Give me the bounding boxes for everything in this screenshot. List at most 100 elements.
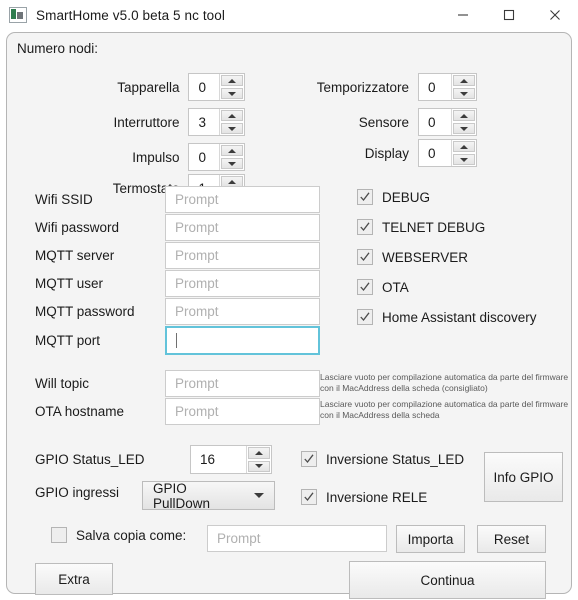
text-caret (176, 333, 177, 348)
field-label-ota-hostname: OTA hostname (35, 404, 125, 419)
chevron-up-icon (255, 450, 263, 455)
chevron-down-icon (460, 157, 468, 162)
gpio-ingressi-label: GPIO ingressi (35, 485, 120, 500)
telnet-debug-checkbox[interactable] (357, 219, 373, 235)
close-button[interactable] (532, 0, 578, 30)
checkbox-row-webserver[interactable]: WEBSERVER (357, 249, 468, 265)
gpio-status-led-buttons (246, 446, 271, 473)
reset-button[interactable]: Reset (477, 525, 546, 553)
maximize-button[interactable] (486, 0, 532, 30)
chevron-down-icon (460, 91, 468, 96)
field-row-will-topic: Will topic Prompt (35, 370, 320, 397)
spinner-down-sensore[interactable] (453, 123, 475, 134)
home-assistant-discovery-checkbox[interactable] (357, 309, 373, 325)
gpio-status-led-spinner[interactable]: 16 (190, 445, 272, 474)
field-label-mqtt-password: MQTT password (35, 304, 135, 319)
gpio-ingressi-value: GPIO PullDown (153, 480, 211, 511)
webserver-checkbox[interactable] (357, 249, 373, 265)
importa-button[interactable]: Importa (396, 525, 465, 553)
chevron-down-icon (228, 126, 236, 131)
mqtt-password-input[interactable]: Prompt (165, 298, 320, 325)
chevron-up-icon (228, 179, 236, 184)
spinner-value-impulso[interactable]: 0 (189, 144, 219, 170)
wifi-ssid-input[interactable]: Prompt (165, 186, 320, 213)
ota-hostname-hint: Lasciare vuoto per compilazione automati… (320, 399, 569, 420)
check-icon (360, 192, 370, 202)
telnet-debug-label: TELNET DEBUG (382, 219, 486, 235)
field-label-wifi-ssid: Wifi SSID (35, 192, 93, 207)
spinner-row-tapparella: Tapparella 0 (15, 73, 245, 101)
spinner-value-sensore[interactable]: 0 (419, 109, 451, 135)
close-icon (550, 10, 560, 20)
gpio-status-led-label: GPIO Status_LED (35, 452, 145, 467)
home-assistant-discovery-label: Home Assistant discovery (382, 309, 537, 325)
save-copy-checkbox[interactable] (51, 527, 67, 543)
field-row-wifi-password: Wifi password Prompt (35, 214, 320, 241)
field-label-will-topic: Will topic (35, 376, 90, 391)
debug-label: DEBUG (382, 189, 431, 205)
spinner-label-impulso: Impulso (132, 149, 180, 165)
maximize-icon (503, 9, 515, 21)
save-copy-input[interactable]: Prompt (207, 525, 387, 552)
checkbox-row-inversione-status-led[interactable]: Inversione Status_LED (301, 451, 464, 467)
checkbox-row-debug[interactable]: DEBUG (357, 189, 430, 205)
chevron-down-icon (254, 493, 264, 498)
spinner-down-display[interactable] (453, 154, 475, 165)
spinner-down-temporizzatore[interactable] (453, 88, 475, 99)
minimize-button[interactable] (440, 0, 486, 30)
check-icon (360, 222, 370, 232)
minimize-icon (458, 14, 468, 16)
ota-checkbox[interactable] (357, 279, 373, 295)
gpio-status-led-value[interactable]: 16 (191, 446, 246, 473)
inversione-status-led-checkbox[interactable] (301, 451, 317, 467)
spinner-value-temporizzatore[interactable]: 0 (419, 74, 451, 100)
inversione-status-led-label: Inversione Status_LED (326, 451, 465, 467)
spinner-temporizzatore[interactable]: 0 (418, 73, 477, 101)
inversione-rele-checkbox[interactable] (301, 489, 317, 505)
spinner-row-impulso: Impulso 0 (15, 143, 245, 171)
debug-checkbox[interactable] (357, 189, 373, 205)
spinner-value-tapparella[interactable]: 0 (189, 74, 219, 100)
field-label-wifi-password: Wifi password (35, 220, 120, 235)
field-row-ota-hostname: OTA hostname Prompt (35, 398, 320, 425)
mqtt-port-input[interactable] (165, 326, 320, 355)
ota-hostname-input[interactable]: Prompt (165, 398, 320, 425)
spinner-up-sensore[interactable] (453, 110, 475, 121)
checkbox-row-inversione-rele[interactable]: Inversione RELE (301, 489, 427, 505)
spinner-buttons-temporizzatore (451, 74, 476, 100)
wifi-password-input[interactable]: Prompt (165, 214, 320, 241)
window-controls (440, 0, 578, 30)
spinner-display[interactable]: 0 (418, 139, 477, 167)
gpio-status-led-up[interactable] (248, 447, 270, 459)
will-topic-hint: Lasciare vuoto per compilazione automati… (320, 372, 569, 393)
check-icon (360, 252, 370, 262)
info-gpio-button[interactable]: Info GPIO (484, 452, 563, 502)
spinner-up-temporizzatore[interactable] (453, 75, 475, 86)
gpio-status-led-row: GPIO Status_LED 16 (35, 445, 272, 474)
spinner-up-display[interactable] (453, 141, 475, 152)
gpio-status-led-down[interactable] (248, 460, 270, 472)
checkbox-row-telnet-debug[interactable]: TELNET DEBUG (357, 219, 485, 235)
window-title: SmartHome v5.0 beta 5 nc tool (36, 7, 225, 23)
check-icon (304, 492, 314, 502)
extra-button[interactable]: Extra (35, 563, 113, 595)
inversione-rele-label: Inversione RELE (326, 489, 428, 505)
save-copy-row[interactable]: Salva copia come: (51, 527, 186, 543)
spinner-sensore[interactable]: 0 (418, 108, 477, 136)
field-label-mqtt-user: MQTT user (35, 276, 104, 291)
chevron-up-icon (228, 78, 236, 83)
checkbox-row-ota[interactable]: OTA (357, 279, 409, 295)
continua-button[interactable]: Continua (349, 561, 546, 599)
mqtt-server-input[interactable]: Prompt (165, 242, 320, 269)
will-topic-input[interactable]: Prompt (165, 370, 320, 397)
main-panel: Numero nodi: Tapparella 0 Interruttore 3… (6, 32, 572, 599)
title-bar: SmartHome v5.0 beta 5 nc tool (0, 0, 578, 30)
spinner-value-interruttore[interactable]: 3 (189, 109, 219, 135)
spinner-value-display[interactable]: 0 (419, 140, 451, 166)
spinner-row-temporizzatore: Temporizzatore 0 (237, 73, 477, 101)
gpio-ingressi-dropdown[interactable]: GPIO PullDown (142, 480, 275, 511)
mqtt-user-input[interactable]: Prompt (165, 270, 320, 297)
checkbox-row-home-assistant-discovery[interactable]: Home Assistant discovery (357, 309, 537, 325)
group-title: Numero nodi: (17, 41, 99, 56)
gpio-ingressi-row: GPIO ingressi (35, 485, 142, 500)
